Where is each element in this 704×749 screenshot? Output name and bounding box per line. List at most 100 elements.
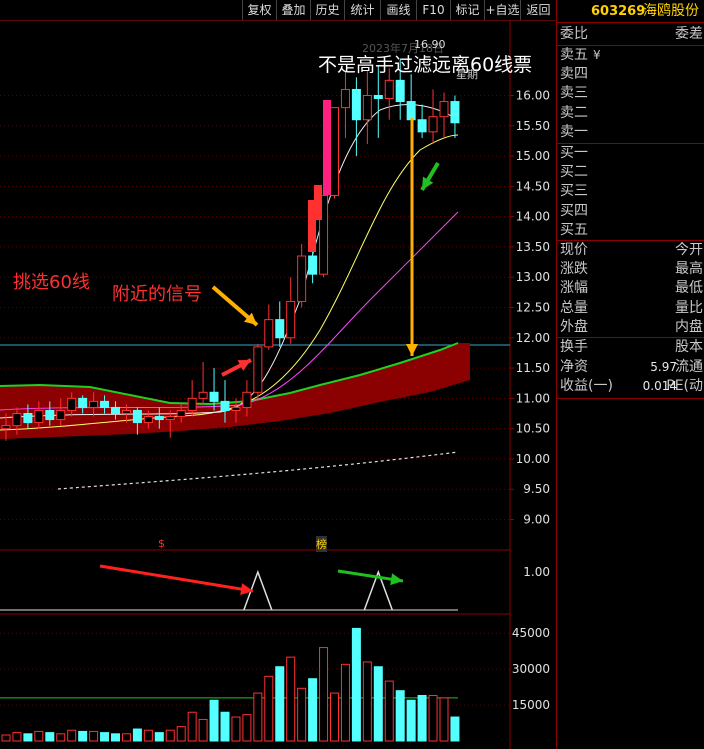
volume-bar bbox=[330, 692, 339, 742]
volume-bar bbox=[373, 666, 383, 742]
volume-bar bbox=[264, 675, 274, 742]
price-tick-label: 10.50 bbox=[516, 422, 550, 436]
buy-row-1: 买一 bbox=[557, 144, 704, 163]
price-tick-label: 9.00 bbox=[523, 513, 550, 527]
volume-bar bbox=[132, 728, 142, 742]
fin-row-0: 换手 股本 bbox=[557, 338, 704, 357]
fin-row-1-label: 净资 bbox=[560, 358, 588, 375]
fin-row-1: 净资 流通 5.97 bbox=[557, 358, 704, 377]
stat-row-3: 总量 量比 bbox=[557, 299, 704, 318]
candle-body bbox=[89, 400, 99, 408]
buy-row-4-label: 买四 bbox=[560, 202, 588, 219]
green-indicator-arrow-head bbox=[390, 573, 403, 586]
quote-panel: 603269 海鸥股份 委比 委差 卖五 ¥ 卖四 卖三 卖二 卖一 买一 买二 买三 买四 买五… bbox=[556, 0, 704, 749]
order-diff-label: 委差 bbox=[675, 26, 703, 42]
mark-dollar: $ bbox=[158, 537, 165, 550]
volume-bar bbox=[100, 732, 110, 742]
volume-bar bbox=[176, 726, 186, 742]
buy-row-5: 买五 bbox=[557, 221, 704, 240]
candle-body bbox=[275, 319, 285, 339]
date-overlay-weekday: 星期 bbox=[456, 68, 478, 81]
price-tick-label: 16.00 bbox=[516, 89, 550, 103]
candle-body bbox=[45, 409, 55, 421]
candle-body bbox=[286, 300, 296, 339]
volume-bar bbox=[12, 732, 22, 742]
volume-bar bbox=[78, 730, 88, 742]
candle-body bbox=[242, 391, 252, 408]
fin-row-1-right-label: 流通 bbox=[675, 358, 703, 375]
candle-body bbox=[340, 88, 350, 109]
stat-row-4-right-label: 内盘 bbox=[675, 318, 703, 335]
candle-body bbox=[417, 119, 427, 133]
currency-icon: ¥ bbox=[593, 48, 601, 62]
volume-bar bbox=[198, 718, 208, 742]
volume-bar bbox=[23, 733, 33, 742]
fin-row-1-value: 5.97 bbox=[650, 359, 677, 374]
price-tick-label: 12.00 bbox=[516, 331, 550, 345]
stat-row-4-label: 外盘 bbox=[560, 318, 588, 335]
mark-bang: 榜 bbox=[316, 536, 327, 552]
candle-body bbox=[297, 255, 307, 302]
candle-body bbox=[78, 397, 88, 408]
candle-body bbox=[384, 79, 394, 100]
volume-tick-label: 30000 bbox=[512, 662, 550, 676]
stock-header[interactable]: 603269 海鸥股份 bbox=[557, 2, 704, 22]
sell-row-4-label: 卖四 bbox=[560, 66, 588, 83]
stat-row-2-label: 涨幅 bbox=[560, 280, 588, 297]
stock-name: 海鸥股份 bbox=[643, 3, 699, 19]
buy-row-1-label: 买一 bbox=[560, 145, 588, 161]
price-tick-label: 15.50 bbox=[516, 119, 550, 133]
candle-body bbox=[12, 413, 22, 427]
volume-bar bbox=[220, 711, 230, 742]
stat-row-0-label: 现价 bbox=[560, 242, 588, 258]
volume-bar bbox=[89, 730, 99, 742]
candle-body bbox=[34, 409, 44, 424]
volume-bar bbox=[154, 732, 164, 742]
volume-bar bbox=[308, 678, 318, 742]
volume-bar bbox=[395, 690, 405, 742]
buy-row-3-label: 买三 bbox=[560, 183, 588, 200]
candle-body bbox=[253, 346, 263, 393]
sell-row-1-label: 卖一 bbox=[560, 123, 588, 140]
candle-body bbox=[351, 88, 361, 121]
candle-body bbox=[176, 409, 186, 418]
sell-row-3: 卖三 bbox=[557, 84, 704, 103]
candle-body bbox=[143, 416, 153, 424]
volume-bar bbox=[56, 733, 66, 742]
sell-row-3-label: 卖三 bbox=[560, 85, 588, 102]
stat-row-1-right-label: 最高 bbox=[675, 261, 703, 278]
volume-bar bbox=[384, 680, 394, 742]
candle-body bbox=[395, 79, 405, 103]
stat-row-3-right-label: 量比 bbox=[675, 299, 703, 316]
sell-row-4: 卖四 bbox=[557, 65, 704, 84]
price-tick-label: 11.00 bbox=[516, 391, 550, 405]
volume-bar bbox=[187, 711, 197, 742]
high-price-marker: 16.90 bbox=[414, 38, 446, 51]
price-tick-label: 14.00 bbox=[516, 210, 550, 224]
buy-row-3: 买三 bbox=[557, 182, 704, 201]
stat-row-1: 涨跌 最高 bbox=[557, 260, 704, 279]
candle-body bbox=[100, 400, 110, 408]
kline-chart[interactable]: 16.00 15.50 15.00 14.50 14.00 13.50 13.00 12.50… bbox=[0, 0, 556, 749]
candle-body bbox=[308, 255, 318, 275]
annotation-left-label: 挑选60线 bbox=[13, 272, 90, 293]
stat-row-2-right-label: 最低 bbox=[675, 280, 703, 297]
volume-bar bbox=[67, 729, 77, 742]
candle-body bbox=[450, 101, 460, 124]
candle-body bbox=[111, 406, 120, 415]
volume-bar bbox=[428, 694, 438, 742]
candle-body bbox=[23, 413, 33, 424]
candle-body bbox=[373, 95, 383, 100]
volume-bar bbox=[143, 729, 153, 742]
volume-bar bbox=[286, 656, 296, 742]
price-tick-label: 9.50 bbox=[523, 482, 550, 496]
volume-tick-label: 15000 bbox=[512, 698, 550, 712]
volume-bar bbox=[253, 692, 263, 742]
ma60-band bbox=[0, 343, 470, 439]
volume-bar bbox=[439, 697, 449, 742]
candle-body bbox=[439, 101, 449, 118]
buy-row-2-label: 买二 bbox=[560, 164, 588, 181]
candle-body bbox=[165, 416, 175, 421]
buy-row-4: 买四 bbox=[557, 202, 704, 221]
candle-body bbox=[209, 391, 219, 402]
